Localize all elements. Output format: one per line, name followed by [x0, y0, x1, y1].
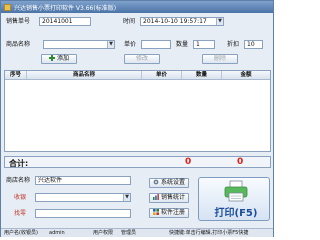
time-field[interactable]: 2014-10-10 19:57:17 ▼ — [140, 17, 224, 26]
modify-button[interactable]: 修改 — [124, 54, 160, 64]
column-header: 序号 — [5, 71, 27, 79]
chevron-down-icon[interactable]: ▼ — [107, 41, 114, 48]
quantity-label: 数量 — [176, 41, 189, 48]
shop-name-label: 商店名称 — [6, 177, 31, 184]
system-settings-label: 系统设置 — [160, 179, 185, 186]
cashier-label: 收银 — [14, 194, 27, 201]
print-button[interactable]: 打印(F5) — [198, 177, 270, 221]
receipt-no-label: 销售单号 — [6, 18, 31, 25]
title-bar: 兴达销售小票打印软件 V3.66(标准版) — [1, 1, 273, 13]
column-header: 金额 — [240, 72, 252, 78]
window-title: 兴达销售小票打印软件 V3.66(标准版) — [14, 4, 117, 12]
cashier-combo[interactable]: ▼ — [35, 193, 131, 202]
receipt-no-field[interactable]: 20141001 — [39, 17, 91, 26]
discount-label: 折扣 — [227, 41, 240, 48]
change-label: 找零 — [14, 210, 27, 217]
total-quantity: 0 — [185, 157, 192, 167]
permission-label: 用户权限 — [93, 230, 114, 236]
add-icon — [48, 55, 55, 61]
status-bar: 用户名(收银员) admin 用户权限 管理员 快捷键:单击行编辑,打印小票F5… — [1, 228, 273, 237]
add-button[interactable]: 添加 — [41, 54, 77, 64]
chart-icon — [152, 194, 159, 200]
chevron-down-icon[interactable]: ▼ — [216, 18, 223, 25]
sales-stats-button[interactable]: 销售统计 — [149, 193, 189, 203]
gear-icon — [153, 179, 159, 185]
app-window: 兴达销售小票打印软件 V3.66(标准版) 销售单号 20141001 时间 2… — [0, 0, 274, 237]
change-field[interactable] — [35, 209, 131, 218]
column-header: 商品名称 — [27, 71, 142, 79]
chevron-down-icon[interactable]: ▼ — [123, 194, 130, 201]
printer-icon — [224, 180, 248, 202]
system-settings-button[interactable]: 系统设置 — [149, 178, 189, 188]
time-label: 时间 — [123, 18, 136, 25]
software-register-button[interactable]: 软件注册 — [149, 208, 189, 218]
user-value: admin — [49, 230, 65, 236]
grid-icon — [152, 209, 159, 215]
quantity-field[interactable]: 1 — [193, 40, 215, 49]
total-label: 合计: — [9, 159, 29, 168]
shop-name-field[interactable]: 兴达软件 — [35, 176, 131, 185]
items-table[interactable]: 序号 商品名称 单价 数量 金额 — [4, 70, 271, 152]
totals-bar: 合计: 0 0 — [4, 156, 271, 168]
product-combo[interactable]: ▼ — [43, 40, 115, 49]
shortcut-hint: 快捷键:单击行编辑,打印小票F5快捷 — [169, 230, 249, 236]
permission-value: 管理员 — [121, 230, 137, 236]
price-field[interactable] — [141, 40, 171, 49]
time-value: 2014-10-10 19:57:17 — [143, 18, 207, 25]
column-header: 单价 — [142, 71, 182, 79]
software-register-label: 软件注册 — [160, 209, 185, 216]
product-label: 商品名称 — [6, 41, 31, 48]
user-label: 用户名(收银员) — [4, 230, 38, 236]
app-logo-icon — [4, 3, 11, 11]
total-amount: 0 — [237, 157, 244, 167]
print-button-label: 打印(F5) — [214, 208, 258, 219]
price-label: 单价 — [124, 41, 137, 48]
discount-field[interactable]: 10 — [244, 40, 263, 49]
sales-stats-label: 销售统计 — [160, 194, 185, 201]
add-button-label: 添加 — [56, 55, 69, 62]
column-header: 数量 — [182, 71, 222, 79]
delete-button[interactable]: 删除 — [202, 54, 238, 64]
table-header: 序号 商品名称 单价 数量 金额 — [5, 71, 270, 80]
